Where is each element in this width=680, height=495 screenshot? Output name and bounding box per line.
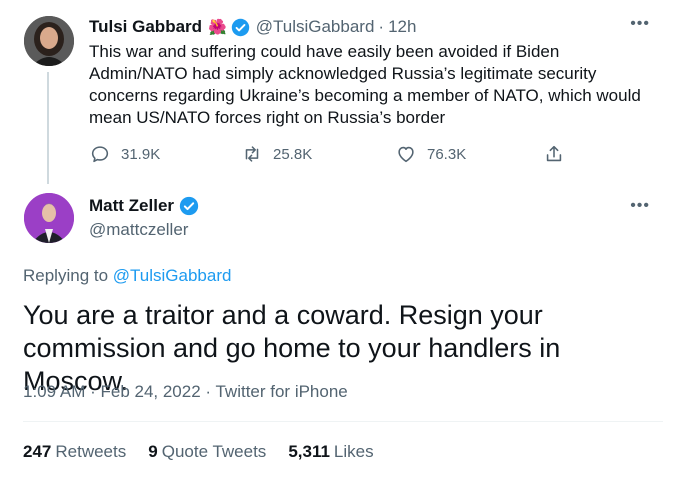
avatar-matt-image — [24, 193, 74, 243]
reply-icon — [91, 146, 109, 163]
retweet-button[interactable]: 25.8K — [241, 143, 312, 165]
quotes-count: 9 — [148, 442, 158, 461]
avatar-tulsi-image — [24, 16, 74, 66]
verified-badge-icon — [179, 196, 199, 216]
tweet-stats: 247 Retweets 9 Quote Tweets 5,311 Likes — [23, 442, 396, 462]
likes-label: Likes — [333, 442, 374, 461]
share-button[interactable] — [543, 143, 565, 165]
tweet-text: This war and suffering could have easily… — [89, 42, 641, 127]
author-handle[interactable]: @mattczeller — [89, 220, 188, 240]
replying-mention-link[interactable]: @TulsiGabbard — [113, 266, 232, 285]
replying-prefix: Replying to — [23, 266, 113, 285]
retweets-stat[interactable]: 247 Retweets — [23, 442, 126, 462]
likes-count: 5,311 — [288, 442, 330, 461]
heart-icon — [398, 146, 414, 163]
author-handle[interactable]: @TulsiGabbard — [256, 17, 375, 37]
retweets-label: Retweets — [55, 442, 127, 461]
reply-count: 31.9K — [121, 145, 161, 163]
thread-line — [47, 72, 49, 184]
retweet-icon — [245, 146, 259, 162]
likes-stat[interactable]: 5,311 Likes — [288, 442, 373, 462]
tweet-actions: 31.9K 25.8K 76.3K — [89, 143, 609, 169]
like-count: 76.3K — [427, 145, 467, 163]
quotes-label: Quote Tweets — [161, 442, 267, 461]
retweets-count: 247 — [23, 442, 52, 461]
like-button[interactable]: 76.3K — [395, 143, 466, 165]
quote-tweets-stat[interactable]: 9 Quote Tweets — [148, 442, 266, 462]
tweet2-header: Matt Zeller — [89, 196, 199, 216]
reply-button[interactable]: 31.9K — [89, 143, 160, 165]
tweet-meta[interactable]: 1:09 AM · Feb 24, 2022 · Twitter for iPh… — [23, 382, 348, 402]
flower-emoji: 🌺 — [208, 19, 227, 36]
avatar[interactable] — [24, 16, 74, 66]
separator-dot: · — [378, 17, 385, 36]
author-name[interactable]: Matt Zeller — [89, 196, 174, 216]
more-options-icon[interactable]: ••• — [630, 15, 650, 33]
more-options-icon[interactable]: ••• — [630, 197, 650, 215]
divider — [23, 421, 663, 422]
share-icon — [546, 145, 562, 162]
author-name[interactable]: Tulsi Gabbard — [89, 17, 202, 37]
timestamp[interactable]: 12h — [388, 17, 416, 37]
tweet1-header: Tulsi Gabbard 🌺 @TulsiGabbard · 12h — [89, 16, 416, 38]
retweet-count: 25.8K — [273, 145, 313, 163]
avatar[interactable] — [24, 193, 74, 243]
replying-to: Replying to @TulsiGabbard — [23, 266, 231, 286]
verified-badge-icon — [231, 18, 250, 37]
